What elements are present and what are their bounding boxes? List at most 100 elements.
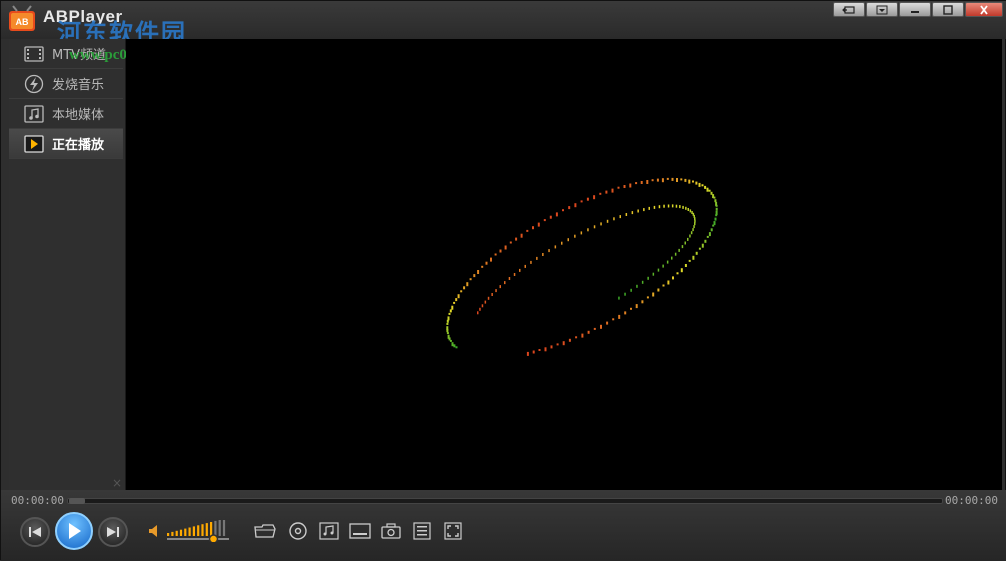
mini-mode-button[interactable] (833, 2, 865, 17)
lightning-icon (23, 74, 45, 93)
minimize-button[interactable] (899, 2, 931, 17)
visualizer-dot (704, 185, 707, 189)
visualizer-dot (487, 296, 490, 300)
visualizer-dot (562, 341, 565, 346)
visualizer-dot (504, 281, 506, 285)
visualizer-dot (637, 209, 639, 213)
visualizer-dot (586, 197, 589, 201)
speaker-icon[interactable] (147, 523, 163, 539)
visualizer-dot (449, 309, 452, 313)
visualizer-dot (656, 178, 659, 182)
visualizer-dot (651, 179, 654, 182)
volume-bar (197, 525, 200, 536)
visualizer-dot (640, 181, 643, 184)
visualizer-dot (706, 187, 709, 192)
visualizer-dot (624, 311, 627, 315)
open-folder-icon (254, 524, 276, 538)
visualizer-dot (698, 182, 701, 187)
visualizer-dot (477, 270, 480, 274)
open-folder-button[interactable] (253, 520, 277, 542)
visualizer-dot (520, 233, 523, 238)
visualizer-dot (606, 321, 609, 325)
visualizer-dot (657, 288, 660, 292)
subtitle-button[interactable] (348, 520, 372, 542)
visualizer-dot (466, 282, 469, 287)
visualizer-dot (695, 181, 698, 185)
visualizer-dot (698, 247, 701, 250)
previous-button[interactable] (20, 517, 50, 547)
play-box-icon (23, 134, 45, 153)
music-note-icon (23, 104, 45, 123)
visualizer-dot (593, 327, 596, 330)
video-area[interactable] (126, 39, 1002, 490)
visualizer-dot (646, 180, 649, 184)
visualizer-dot (526, 351, 529, 356)
volume-slider[interactable] (165, 520, 233, 542)
visualizer-dot (574, 234, 576, 238)
visualizer-dot (671, 204, 674, 208)
visualizer-dot (606, 219, 609, 223)
sidebar-item-now-playing[interactable]: 正在播放 (9, 129, 123, 159)
visualizer-dot (715, 214, 718, 217)
control-bar: 00:00:00 00:00:00 (1, 490, 1006, 561)
visualizer-dot (453, 301, 456, 304)
close-button[interactable] (965, 2, 1003, 17)
visualizer-dot (499, 285, 501, 289)
next-button[interactable] (98, 517, 128, 547)
visualizer-dot (619, 215, 621, 219)
music-list-button[interactable] (317, 520, 341, 542)
disc-icon (289, 522, 307, 540)
visualizer-dot (580, 231, 583, 235)
previous-icon (29, 527, 41, 537)
sidebar-collapse-button[interactable]: × (112, 476, 122, 490)
minimize-icon (911, 10, 919, 13)
volume-bar (175, 530, 178, 536)
title-bar[interactable]: AB ABPlayer 河东软件园 (1, 1, 1006, 47)
sidebar-item-music[interactable]: 发烧音乐 (9, 69, 123, 99)
visualizer-dot (630, 307, 632, 310)
visualizer-dot (682, 205, 684, 209)
visualizer-dot (555, 212, 558, 217)
seek-knob[interactable] (69, 498, 85, 504)
volume-bar (188, 527, 191, 536)
sidebar-item-label: 本地媒体 (52, 108, 105, 123)
playlist-button[interactable] (410, 520, 434, 542)
visualizer-dot (689, 209, 692, 213)
visualizer-dot (662, 284, 665, 287)
volume-bar (171, 531, 174, 536)
visualizer-dot (499, 249, 502, 253)
visualizer-dot (561, 241, 563, 245)
visualizer-dot (658, 205, 661, 209)
play-button[interactable] (55, 512, 93, 550)
visualizer-dot (684, 241, 686, 245)
visualizer-dot (513, 273, 516, 276)
screenshot-icon (381, 523, 401, 539)
visualizer-dot (537, 222, 540, 227)
screenshot-button[interactable] (379, 520, 403, 542)
seek-bar[interactable] (67, 498, 943, 504)
visualizer-dot (691, 211, 693, 214)
volume-bar (184, 528, 187, 536)
sidebar-item-local-media[interactable]: 本地媒体 (9, 99, 123, 129)
visualizer-dot (490, 257, 492, 262)
volume-knob[interactable] (208, 534, 219, 542)
sidebar-item-label: 正在播放 (52, 138, 105, 153)
visualizer-dot (666, 177, 669, 180)
disc-button[interactable] (286, 520, 310, 542)
app-window: AB ABPlayer 河东软件园 MTV频道 发烧音乐 本地媒体 正在播放 ×… (0, 0, 1006, 561)
visualizer-dot (538, 349, 541, 351)
maximize-button[interactable] (932, 2, 964, 17)
visualizer-dot (617, 186, 620, 189)
visualizer-dot (693, 225, 695, 229)
visualizer-dot (485, 261, 488, 265)
menu-button[interactable] (866, 2, 898, 17)
visualizer-dot (515, 237, 518, 241)
visualizer-dot (455, 346, 458, 349)
visualizer-dot (562, 209, 564, 212)
visualizer-dot (587, 228, 589, 232)
fullscreen-button[interactable] (441, 520, 465, 542)
visualizer-dot (635, 182, 638, 185)
visualizer-dot (667, 280, 670, 285)
visualizer-dot (491, 293, 493, 296)
visualizer-dot (618, 296, 620, 300)
